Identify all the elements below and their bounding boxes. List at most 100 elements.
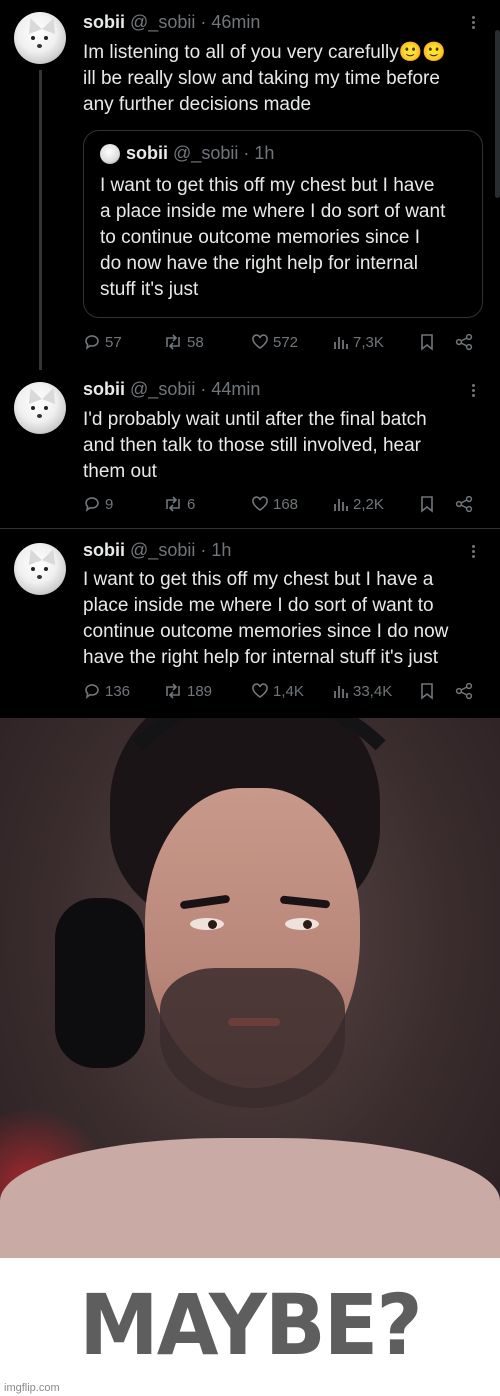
tweet-2[interactable]: sobii @_sobii · 44min I'd probably wait … — [0, 370, 500, 528]
repost-icon — [166, 334, 180, 350]
tweet-text: I want to get this off my chest but I ha… — [83, 567, 493, 671]
tweet-header: sobii @_sobii · 44min — [83, 379, 260, 400]
bookmark-button[interactable] — [420, 333, 438, 351]
like-button[interactable]: 168 — [251, 495, 298, 513]
share-button[interactable] — [455, 682, 477, 700]
reply-count: 57 — [105, 333, 122, 351]
tweet-1[interactable]: sobii @_sobii · 46min Im listening to al… — [0, 0, 500, 370]
meme-caption: MAYBE? — [79, 1276, 422, 1374]
tweet-text-line: continue outcome memories since I do now — [83, 621, 449, 642]
action-bar: 136 189 1,4K 33,4K — [83, 682, 483, 706]
reply-button[interactable]: 57 — [83, 333, 122, 351]
tweet-text-line: I want to get this off my chest but I ha… — [83, 569, 434, 590]
tweet-text: Im listening to all of you very carefull… — [83, 40, 488, 118]
shirt — [0, 1138, 500, 1258]
share-button[interactable] — [455, 333, 477, 351]
views-button[interactable]: 7,3K — [333, 333, 384, 351]
author-name[interactable]: sobii — [83, 12, 125, 32]
quoted-tweet[interactable]: sobii @_sobii · 1h I want to get this of… — [83, 130, 483, 318]
tweet-header: sobii @_sobii · 46min — [83, 12, 260, 33]
more-icon[interactable] — [472, 14, 476, 31]
views-count: 2,2K — [353, 495, 384, 513]
reply-icon — [85, 684, 99, 699]
repost-icon — [166, 496, 180, 512]
repost-count: 58 — [187, 333, 204, 351]
reply-count: 136 — [105, 682, 131, 700]
watermark: imgflip.com — [4, 1382, 60, 1394]
author-handle-time: @_sobii · 1h — [130, 540, 232, 560]
avatar[interactable] — [14, 382, 66, 434]
like-count: 572 — [273, 333, 299, 351]
repost-icon — [166, 683, 180, 699]
share-icon — [455, 333, 473, 351]
like-button[interactable]: 572 — [251, 333, 298, 351]
quote-text-line: do now have the right help for internal — [100, 253, 418, 274]
reply-icon — [85, 335, 99, 350]
like-button[interactable]: 1,4K — [251, 682, 304, 700]
tweet-text-line: have the right help for internal stuff i… — [83, 647, 438, 668]
reply-button[interactable]: 9 — [83, 495, 113, 513]
views-count: 7,3K — [353, 333, 384, 351]
tweet-feed: sobii @_sobii · 46min Im listening to al… — [0, 0, 500, 718]
views-icon — [334, 499, 348, 511]
tweet-text-line: and then talk to those still involved, h… — [83, 435, 421, 456]
bookmark-button[interactable] — [420, 495, 438, 513]
quote-avatar — [100, 144, 120, 165]
bookmark-button[interactable] — [420, 682, 438, 700]
views-icon — [334, 686, 348, 698]
repost-button[interactable]: 6 — [163, 495, 195, 513]
tweet-text-line: them out — [83, 461, 157, 482]
like-icon — [252, 334, 268, 349]
reply-count: 9 — [105, 495, 114, 513]
headphones-icon — [55, 898, 145, 1068]
bookmark-icon — [421, 334, 433, 351]
views-button[interactable]: 2,2K — [333, 495, 384, 513]
repost-count: 6 — [187, 495, 196, 513]
more-icon[interactable] — [472, 382, 476, 399]
repost-count: 189 — [187, 682, 213, 700]
more-icon[interactable] — [472, 543, 476, 560]
tweet-header: sobii @_sobii · 1h — [83, 540, 231, 561]
tweet-3[interactable]: sobii @_sobii · 1h I want to get this of… — [0, 529, 500, 718]
author-handle-time: @_sobii · 44min — [130, 379, 261, 399]
action-bar: 57 58 572 7,3K — [83, 333, 483, 357]
avatar[interactable] — [14, 12, 66, 64]
tweet-text-line: Im listening to all of you very carefull… — [83, 42, 447, 63]
tweet-text-line: place inside me where I do sort of want … — [83, 595, 434, 616]
meme-photo — [0, 718, 500, 1258]
tweet-text-line: ill be really slow and taking my time be… — [83, 68, 440, 89]
like-icon — [252, 683, 268, 698]
repost-button[interactable]: 58 — [163, 333, 204, 351]
share-button[interactable] — [455, 495, 477, 513]
tweet-text-line: any further decisions made — [83, 94, 312, 115]
action-bar: 9 6 168 2,2K — [83, 495, 483, 519]
like-count: 1,4K — [273, 682, 304, 700]
like-count: 168 — [273, 495, 299, 513]
quote-text-line: stuff it's just — [100, 279, 199, 300]
quote-text-line: a place inside me where I do sort of wan… — [100, 201, 446, 222]
quote-text-line: I want to get this off my chest but I ha… — [100, 175, 435, 196]
share-icon — [455, 495, 473, 513]
tweet-text: I'd probably wait until after the final … — [83, 407, 488, 485]
quote-text-line: to continue outcome memories since I — [100, 227, 420, 248]
author-handle-time: @_sobii · 46min — [130, 12, 261, 32]
author-name[interactable]: sobii — [83, 379, 125, 399]
quote-header: sobii @_sobii · 1h — [100, 143, 275, 165]
tweet-text-line: I'd probably wait until after the final … — [83, 409, 427, 430]
views-count: 33,4K — [353, 682, 393, 700]
views-icon — [334, 337, 348, 349]
like-icon — [252, 496, 268, 511]
quote-text: I want to get this off my chest but I ha… — [100, 173, 470, 303]
reply-icon — [85, 497, 99, 512]
share-icon — [455, 682, 473, 700]
meme-caption-panel: MAYBE? imgflip.com — [0, 1258, 500, 1396]
repost-button[interactable]: 189 — [163, 682, 212, 700]
avatar[interactable] — [14, 543, 66, 595]
author-name[interactable]: sobii — [83, 540, 125, 560]
reply-button[interactable]: 136 — [83, 682, 130, 700]
views-button[interactable]: 33,4K — [333, 682, 392, 700]
quote-handle-time: @_sobii · 1h — [173, 143, 275, 163]
bookmark-icon — [421, 496, 433, 513]
bookmark-icon — [421, 683, 433, 700]
quote-author-name: sobii — [126, 143, 169, 163]
